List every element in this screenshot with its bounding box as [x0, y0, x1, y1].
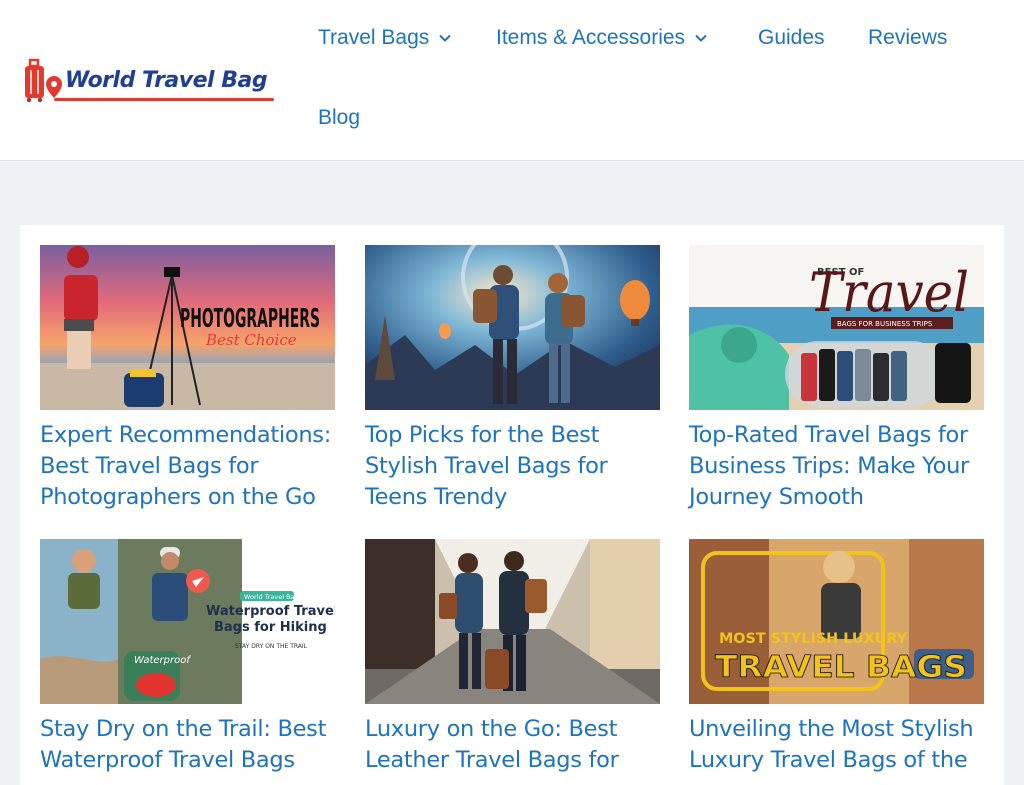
post-card: Waterproof World Travel Bags Waterproof …: [40, 539, 335, 776]
nav-label: Items & Accessories: [496, 26, 686, 49]
image-subcaption: Best Choice: [205, 331, 297, 349]
nav-label: Blog: [318, 106, 361, 129]
nav-label: Reviews: [868, 26, 948, 49]
post-title[interactable]: Top-Rated Travel Bags for Business Trips…: [689, 420, 984, 513]
post-title[interactable]: Unveiling the Most Stylish Luxury Travel…: [689, 714, 984, 776]
chevron-down-icon: [695, 34, 707, 42]
nav-item-blog[interactable]: Blog: [318, 106, 360, 130]
nav-label: Travel Bags: [318, 26, 430, 49]
post-title[interactable]: Top Picks for the Best Stylish Travel Ba…: [365, 420, 660, 513]
post-thumbnail[interactable]: MOST STYLISH LUXURY TRAVEL BAGS: [689, 539, 984, 704]
image-pretext: MOST STYLISH LUXURY: [719, 631, 908, 647]
post-thumbnail[interactable]: Waterproof World Travel Bags Waterproof …: [40, 539, 335, 704]
image-label: Waterproof: [134, 655, 191, 666]
post-card: Luxury on the Go: Best Leather Travel Ba…: [365, 539, 660, 776]
nav-label: Guides: [758, 26, 825, 49]
post-card: Top Picks for the Best Stylish Travel Ba…: [365, 245, 660, 513]
post-title[interactable]: Luxury on the Go: Best Leather Travel Ba…: [365, 714, 660, 776]
post-card: MOST STYLISH LUXURY TRAVEL BAGS Unveilin…: [689, 539, 984, 776]
post-title[interactable]: Stay Dry on the Trail: Best Waterproof T…: [40, 714, 335, 776]
nav-item-items-accessories[interactable]: Items & Accessories: [496, 26, 708, 50]
image-caption: Travel: [809, 261, 969, 324]
post-thumbnail[interactable]: [365, 539, 660, 704]
nav-item-travel-bags[interactable]: Travel Bags: [318, 26, 452, 50]
nav-item-reviews[interactable]: Reviews: [868, 26, 947, 50]
post-grid: PHOTOGRAPHERS Best Choice Expert Recomme…: [20, 225, 1004, 785]
site-logo[interactable]: World Travel Bag: [24, 56, 276, 106]
image-subcaption: BAGS FOR BUSINESS TRIPS: [837, 320, 933, 328]
post-thumbnail[interactable]: BEST OF Travel BAGS FOR BUSINESS TRIPS: [689, 245, 984, 410]
image-subcaption: STAY DRY ON THE TRAIL: [235, 643, 308, 650]
image-caption: TRAVEL BAGS: [715, 650, 967, 685]
logo-text: World Travel Bag: [65, 68, 268, 93]
nav-item-guides[interactable]: Guides: [758, 26, 825, 50]
image-badge: World Travel Bags: [244, 593, 303, 601]
post-card: PHOTOGRAPHERS Best Choice Expert Recomme…: [40, 245, 335, 513]
site-header: World Travel Bag Travel Bags Items & Acc…: [0, 0, 1024, 161]
post-thumbnail[interactable]: PHOTOGRAPHERS Best Choice: [40, 245, 335, 410]
logo-underline: [54, 98, 274, 101]
image-caption: PHOTOGRAPHERS: [180, 304, 320, 334]
chevron-down-icon: [439, 34, 451, 42]
post-thumbnail[interactable]: [365, 245, 660, 410]
post-title[interactable]: Expert Recommendations: Best Travel Bags…: [40, 420, 335, 513]
post-card: BEST OF Travel BAGS FOR BUSINESS TRIPS T…: [689, 245, 984, 513]
image-caption: Waterproof Travel Bags for Hiking: [206, 604, 335, 635]
